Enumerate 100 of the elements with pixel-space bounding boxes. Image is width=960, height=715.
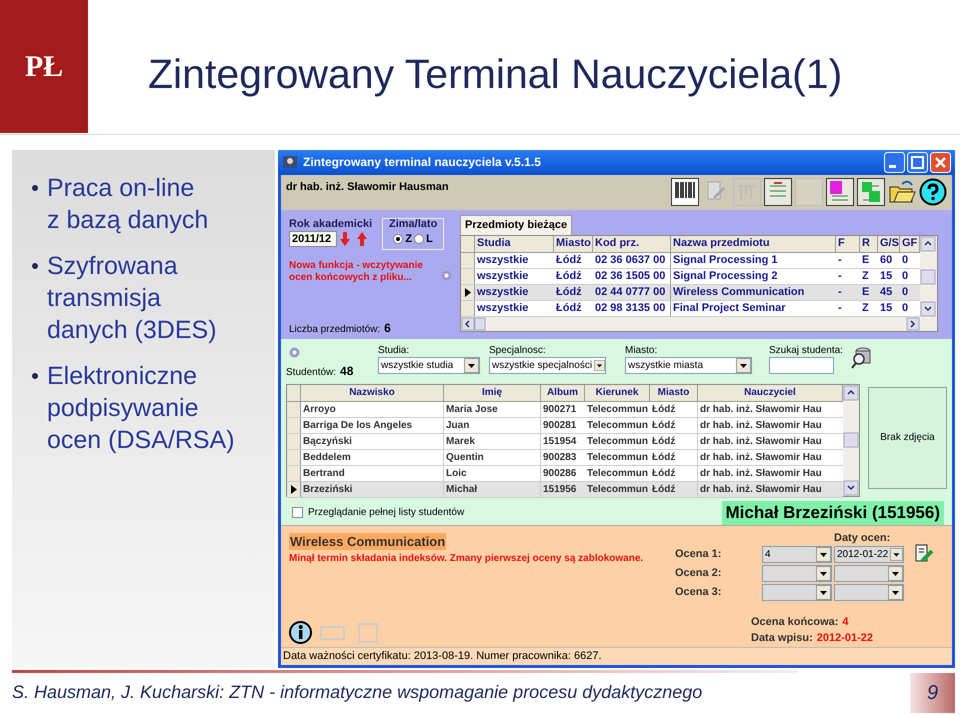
bullet-text: Praca on-line z bazą danych <box>47 173 208 236</box>
table-cell: Juan <box>444 418 541 433</box>
column-header[interactable]: Studia <box>475 236 554 252</box>
column-header[interactable]: Nazwisko <box>301 384 444 401</box>
column-header[interactable]: Miasto <box>650 384 698 401</box>
table-cell-text: dr hab. inż. Sławomir Hau <box>699 418 823 433</box>
maximize-button[interactable] <box>907 152 928 173</box>
field-value: 2012-01-22 <box>816 631 874 646</box>
column-header[interactable]: Miasto <box>554 236 593 252</box>
column-header[interactable]: Nazwa przedmiotu <box>671 236 836 252</box>
table-cell-text: dr hab. inż. Sławomir Hau <box>699 466 823 481</box>
photo-caption: Brak zdjęcia <box>880 431 935 446</box>
table-cell: Łódź <box>650 450 698 465</box>
table-cell: Bertrand <box>301 466 444 481</box>
table-cell-text: 900283 <box>542 450 578 465</box>
column-header[interactable]: Kod prz. <box>593 236 671 252</box>
column-header[interactable]: F <box>836 236 860 252</box>
radio-button[interactable]: Z <box>393 230 412 248</box>
table-cell: Beddelem <box>301 450 444 465</box>
minimize-button[interactable] <box>884 152 905 173</box>
count-value: 48 <box>340 362 354 380</box>
table-cell-text: Telecommun <box>586 402 649 417</box>
document-icon[interactable] <box>826 178 854 206</box>
table-cell-text: wszystkie <box>476 284 530 300</box>
table-cell-text: 0 <box>901 268 910 284</box>
page-number: 9 <box>910 673 955 713</box>
table-cell-text: 45 <box>879 284 894 300</box>
dropdown[interactable]: wszystkie miasta <box>625 356 752 374</box>
table-cell-text: E <box>861 284 870 300</box>
column-label: Daty ocen: <box>834 530 890 545</box>
bullet-text: Szyfrowana transmisja danych (3DES) <box>47 251 217 346</box>
field-label: Ocena końcowa: <box>751 614 838 630</box>
row-pointer-icon <box>290 484 296 494</box>
table-cell-text: dr hab. inż. Sławomir Hau <box>699 434 823 449</box>
table-cell-text: - <box>837 252 843 268</box>
table-cell-text: - <box>837 268 843 284</box>
table-cell-text: 900281 <box>542 418 578 433</box>
document-icon[interactable] <box>857 178 885 206</box>
field-label: Specjalnosc: <box>489 344 547 357</box>
year-field[interactable]: 2011/12 <box>289 230 337 247</box>
table-cell-text: Łódź <box>555 284 583 300</box>
table-row[interactable]: Bertrand Loic 900286 Telecommun Łódź dr hab. inż. Sławomir Hau <box>287 466 843 482</box>
table-cell-text: Telecommun <box>586 418 649 433</box>
edit-document-icon[interactable] <box>914 544 934 564</box>
info-icon[interactable] <box>289 621 312 644</box>
table-cell-text: 15 <box>879 268 894 284</box>
tab[interactable]: Przedmioty bieżące <box>460 214 572 235</box>
table-cell-text: Final Project Seminar <box>672 300 786 316</box>
table-cell: Łódź <box>650 418 698 433</box>
table-row[interactable]: Barriga De los Angeles Juan 900281 Telecommun Łódź dr hab. inż. Sławomir Hau <box>287 418 843 434</box>
grade-dropdown[interactable]: 4 <box>762 546 832 563</box>
table-row[interactable]: Arroyo Maria Jose 900271 Telecommun Łódź dr hab. inż. Sławomir Hau <box>287 402 843 418</box>
close-button[interactable] <box>930 152 951 173</box>
table-cell-text: Łódź <box>555 252 583 268</box>
table-cell-text: 0 <box>901 284 910 300</box>
radio-button[interactable]: L <box>414 230 433 248</box>
table-cell: Barriga De los Angeles <box>301 418 444 433</box>
table-cell: 02 36 1505 00 <box>593 268 671 284</box>
footer-text: S. Hausman, J. Kucharski: ZTN - informatyczne wspomaganie procesu dydaktycznego <box>12 681 704 704</box>
group-label: Zima/lato <box>389 218 438 231</box>
table-cell-text: 900286 <box>542 466 578 481</box>
logo-text: PŁ <box>24 49 64 85</box>
column-header[interactable]: G/S <box>878 236 900 252</box>
notice-text: Nowa funkcja - wczytywanie ocen końcowych z pliku... <box>289 260 424 284</box>
date-dropdown[interactable]: 2012-01-22 <box>834 546 904 563</box>
dropdown[interactable]: wszystkie specjalności <box>489 356 606 374</box>
table-row[interactable]: wszystkie Łódź 02 36 0637 00 Signal Processing 1 - E 60 0 <box>461 252 920 269</box>
table-cell: Marek <box>444 434 541 449</box>
barcode-icon[interactable] <box>671 178 699 206</box>
field-label: Rok akademicki <box>289 218 372 231</box>
table-cell-text: wszystkie <box>476 268 530 284</box>
warning-text: Minął termin składania indeksów. Zmany pierwszej oceny są zablokowane. <box>289 552 644 566</box>
table-cell: Maria Jose <box>444 402 541 417</box>
document-icon[interactable] <box>764 178 792 206</box>
table-row[interactable]: Beddelem Quentin 900283 Telecommun Łódź dr hab. inż. Sławomir Hau <box>287 450 843 466</box>
table-cell-text: wszystkie <box>476 252 530 268</box>
table-cell: Łódź <box>650 466 698 481</box>
table-cell: 02 44 0777 00 <box>593 284 671 300</box>
column-header[interactable]: Imię <box>444 384 541 401</box>
table-cell-text: 151954 <box>542 434 578 449</box>
field-label: Studia: <box>378 344 410 357</box>
table-row[interactable]: wszystkie Łódź 02 44 0777 00 Wireless Communication - E 45 0 <box>461 284 920 301</box>
dropdown[interactable]: wszystkie studia <box>378 356 480 374</box>
table-cell-text: 60 <box>879 252 894 268</box>
table-cell-text: Z <box>861 300 870 316</box>
table-row[interactable]: wszystkie Łódź 02 36 1505 00 Signal Processing 2 - Z 15 0 <box>461 268 920 285</box>
checkbox-label: Przeglądanie pełnej listy studentów <box>308 506 464 520</box>
table-row[interactable]: wszystkie Łódź 02 98 3135 00 Final Project Seminar - Z 15 0 <box>461 300 920 317</box>
column-header[interactable]: R <box>860 236 878 252</box>
table-row[interactable]: Brzeziński Michał 151956 Telecommun Łódź dr hab. inż. Sławomir Hau <box>287 482 843 498</box>
table-cell-text: - <box>837 300 843 316</box>
column-header[interactable]: Kierunek <box>585 384 650 401</box>
table-cell-text: dr hab. inż. Sławomir Hau <box>699 482 823 497</box>
table-cell-text: 900271 <box>542 402 578 417</box>
search-field[interactable] <box>769 356 834 374</box>
checkbox[interactable] <box>292 507 303 518</box>
table-row[interactable]: Bączyński Marek 151954 Telecommun Łódź dr hab. inż. Sławomir Hau <box>287 434 843 450</box>
table-cell-text: Wireless Communication <box>672 284 806 300</box>
column-header[interactable]: Album <box>541 384 585 401</box>
search-database-icon[interactable] <box>850 346 871 369</box>
